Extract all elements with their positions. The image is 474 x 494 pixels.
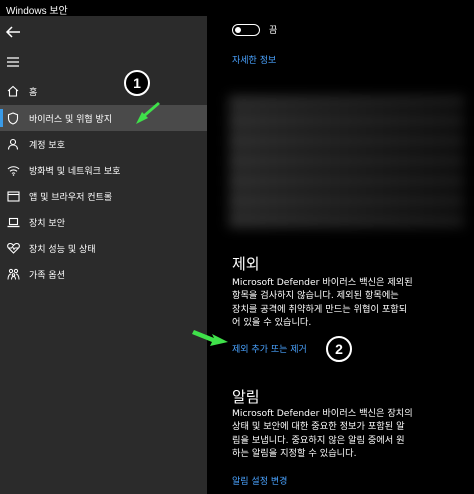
details-link[interactable]: 자세한 정보 [232, 53, 276, 66]
sidebar-item-device-security[interactable]: 장치 보안 [0, 209, 207, 235]
sidebar-item-label: 앱 및 브라우저 컨트롤 [29, 192, 113, 203]
sidebar-item-label: 홈 [29, 87, 38, 98]
main-panel: 끔 자세한 정보 제외 Microsoft Defender 바이러스 백신은 … [207, 16, 474, 494]
exclusions-description: Microsoft Defender 바이러스 백신은 제외된 항목을 검사하지… [232, 277, 413, 329]
sidebar-item-device-health[interactable]: 장치 성능 및 상태 [0, 235, 207, 261]
title-bar: Windows 보안 [0, 0, 474, 17]
sidebar-item-label: 바이러스 및 위협 방지 [29, 114, 113, 125]
notifications-description: Microsoft Defender 바이러스 백신은 장치의 상태 및 보안에… [232, 408, 413, 460]
toggle-knob [235, 27, 241, 33]
sidebar-item-label: 계정 보호 [29, 140, 65, 151]
toggle-state-label: 끔 [269, 26, 278, 36]
notifications-link[interactable]: 알림 설정 변경 [232, 474, 287, 487]
green-arrow-icon [192, 330, 228, 346]
blurred-content [229, 96, 464, 228]
browser-icon [5, 188, 21, 204]
back-arrow-icon[interactable] [4, 24, 22, 40]
sidebar-item-virus-protection[interactable]: 바이러스 및 위협 방지 [0, 105, 207, 131]
sidebar: 홈 바이러스 및 위협 방지 계정 보호 방화벽 및 네트워크 보호 앱 및 브… [0, 16, 207, 494]
selection-indicator [0, 109, 3, 127]
sidebar-item-app-browser[interactable]: 앱 및 브라우저 컨트롤 [0, 183, 207, 209]
sidebar-item-label: 장치 성능 및 상태 [29, 244, 96, 255]
person-icon [5, 136, 21, 152]
sidebar-item-label: 가족 옵션 [29, 270, 65, 281]
protection-toggle[interactable] [232, 24, 260, 36]
heart-icon [5, 240, 21, 256]
sidebar-item-family-options[interactable]: 가족 옵션 [0, 261, 207, 287]
callout-number-2: 2 [326, 336, 352, 362]
sidebar-item-firewall[interactable]: 방화벽 및 네트워크 보호 [0, 157, 207, 183]
sidebar-item-label: 방화벽 및 네트워크 보호 [29, 166, 121, 177]
notifications-title: 알림 [232, 388, 260, 406]
exclusions-link[interactable]: 제외 추가 또는 제거 [232, 342, 307, 355]
sidebar-item-label: 장치 보안 [29, 218, 65, 229]
hamburger-menu-icon[interactable] [6, 56, 20, 68]
sidebar-item-home[interactable]: 홈 [0, 78, 207, 104]
wifi-icon [5, 162, 21, 178]
shield-icon [5, 110, 21, 126]
window-title: Windows 보안 [6, 6, 68, 17]
sidebar-item-account-protection[interactable]: 계정 보호 [0, 131, 207, 157]
laptop-icon [5, 214, 21, 230]
home-icon [5, 83, 21, 99]
callout-number-1: 1 [124, 70, 150, 96]
exclusions-title: 제외 [232, 255, 260, 273]
family-icon [5, 266, 21, 282]
green-arrow-icon [136, 102, 160, 124]
